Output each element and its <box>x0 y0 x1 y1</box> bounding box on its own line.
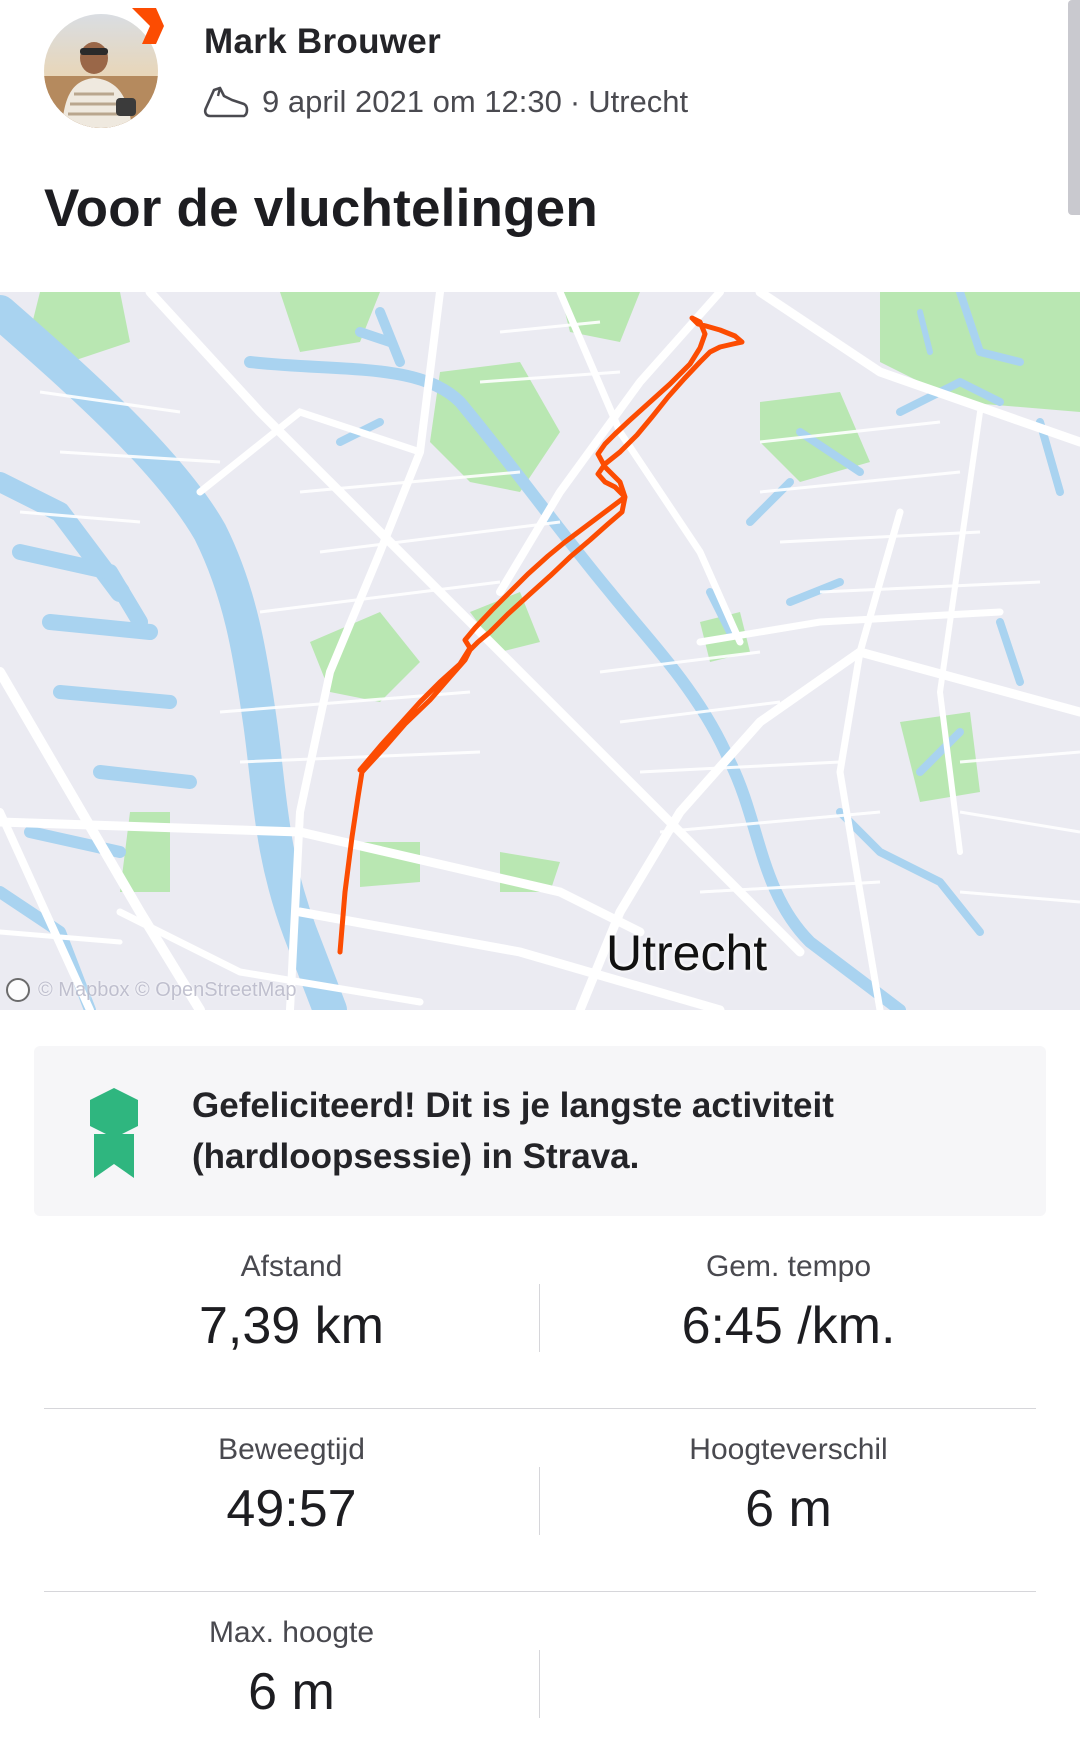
map-info-icon[interactable] <box>6 978 30 1002</box>
stat-moving-time: Beweegtijd 49:57 <box>44 1433 539 1539</box>
achievement-banner[interactable]: Gefeliciteerd! Dit is je langste activit… <box>34 1046 1046 1216</box>
activity-title: Voor de vluchtelingen <box>44 179 598 238</box>
stat-avg-pace: Gem. tempo 6:45 /km. <box>541 1250 1036 1356</box>
medal-icon <box>90 1088 138 1178</box>
stat-label: Gem. tempo <box>705 1250 872 1283</box>
stat-label: Max. hoogte <box>208 1616 375 1649</box>
stat-divider <box>539 1467 540 1535</box>
map-attribution-text: © Mapbox © OpenStreetMap <box>38 978 297 1001</box>
map-streets <box>19 320 1080 904</box>
row-divider <box>44 1408 1036 1409</box>
stat-value: 49:57 <box>226 1480 357 1538</box>
row-divider <box>44 1591 1036 1592</box>
stat-label: Hoogteverschil <box>689 1433 888 1466</box>
avatar-container[interactable] <box>44 8 164 128</box>
stat-label: Afstand <box>240 1250 343 1283</box>
athlete-name[interactable]: Mark Brouwer <box>204 22 441 62</box>
stat-value: 6 m <box>248 1663 335 1721</box>
stat-max-elevation: Max. hoogte 6 m <box>44 1616 539 1722</box>
stat-divider <box>539 1284 540 1352</box>
stat-label: Beweegtijd <box>218 1433 365 1466</box>
stat-value: 6 m <box>745 1480 832 1538</box>
stat-distance: Afstand 7,39 km <box>44 1250 539 1356</box>
achievement-text: Gefeliciteerd! Dit is je langste activit… <box>192 1086 834 1176</box>
map-parks <box>30 292 1080 892</box>
map-attribution[interactable]: © Mapbox © OpenStreetMap <box>6 978 297 1002</box>
map-city-label: Utrecht <box>606 925 768 981</box>
stat-divider <box>539 1650 540 1718</box>
stat-elevation-gain: Hoogteverschil 6 m <box>541 1433 1036 1539</box>
map-canvas <box>0 292 1080 1010</box>
stat-value: 7,39 km <box>199 1297 384 1355</box>
activity-meta: 9 april 2021 om 12:30 · Utrecht <box>202 82 688 122</box>
route-map[interactable]: Utrecht © Mapbox © OpenStreetMap <box>0 292 1080 1010</box>
running-shoe-icon <box>203 86 249 118</box>
activity-header: Mark Brouwer 9 april 2021 om 12:30 · Utr… <box>0 0 1080 150</box>
activity-date: 9 april 2021 om 12:30 <box>262 84 562 119</box>
stat-value: 6:45 /km. <box>681 1297 896 1355</box>
strava-logo-icon <box>126 6 166 52</box>
activity-location: Utrecht <box>588 84 689 119</box>
meta-separator: · <box>569 84 581 119</box>
